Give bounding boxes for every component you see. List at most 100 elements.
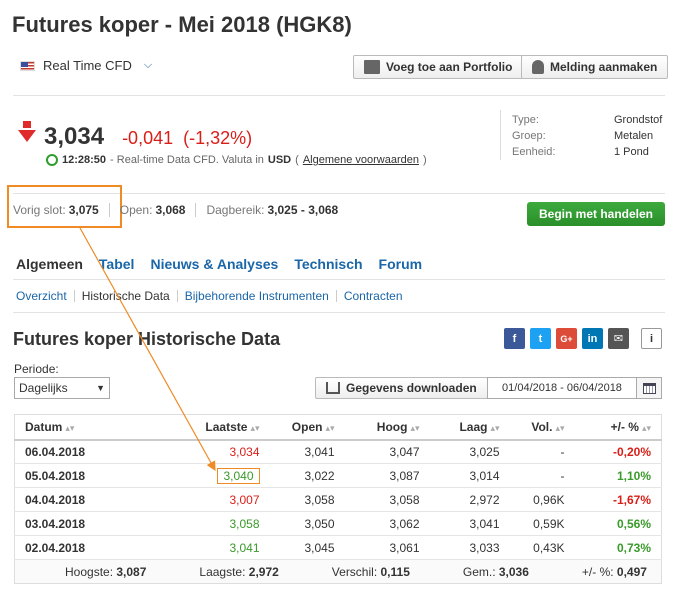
- subtab-related[interactable]: Bijbehorende Instrumenten: [185, 289, 329, 303]
- down-arrow-icon: [18, 130, 36, 142]
- divider: [195, 203, 197, 217]
- create-alert-button[interactable]: Melding aanmaken: [521, 55, 669, 79]
- calendar-icon: [642, 382, 656, 394]
- period-value: Dagelijks: [19, 381, 68, 395]
- calendar-button[interactable]: [637, 377, 662, 399]
- period-select[interactable]: Dagelijks ▼: [14, 377, 110, 399]
- type-value: Grondstof: [614, 114, 663, 126]
- terms-link[interactable]: Algemene voorwaarden: [303, 154, 419, 166]
- divider: [176, 290, 178, 302]
- twitter-icon[interactable]: t: [530, 328, 551, 349]
- table-row: 03.04.2018 3,058 3,050 3,062 3,041 0,59K…: [14, 511, 662, 536]
- bell-icon: [532, 60, 544, 74]
- clock-icon: [46, 154, 58, 166]
- cell-last: 3,034: [129, 439, 270, 464]
- cell-change-pct: -1,67%: [574, 487, 662, 512]
- add-portfolio-button[interactable]: Voeg toe aan Portfolio: [353, 55, 524, 79]
- col-open[interactable]: Open ▴▾: [269, 414, 345, 441]
- table-row: 06.04.2018 3,034 3,041 3,047 3,025 - -0,…: [14, 439, 662, 464]
- email-icon[interactable]: ✉: [608, 328, 629, 349]
- footer-low: Laagste: 2,972: [199, 564, 279, 579]
- us-flag-icon: [20, 60, 35, 71]
- tab-general[interactable]: Algemeen: [16, 256, 83, 272]
- table-row: 05.04.2018 3,040 3,022 3,087 3,014 - 1,1…: [14, 463, 662, 488]
- cell-low: 3,041: [429, 511, 510, 536]
- cell-open: 3,050: [269, 511, 345, 536]
- highlighted-value: 3,040: [217, 467, 260, 484]
- property-labels: Type: Groep: Eenheid:: [512, 112, 555, 160]
- sub-tabs: Overzicht Historische Data Bijbehorende …: [16, 289, 403, 303]
- subtab-contracts[interactable]: Contracten: [344, 289, 403, 303]
- footer-avg: Gem.: 3,036: [462, 564, 529, 579]
- subtab-historical[interactable]: Historische Data: [82, 289, 170, 303]
- paren-close: ): [423, 154, 427, 166]
- col-high[interactable]: Hoog ▴▾: [344, 414, 430, 441]
- col-date[interactable]: Datum ▴▾: [14, 414, 130, 441]
- cell-open: 3,045: [269, 535, 345, 560]
- tab-news[interactable]: Nieuws & Analyses: [150, 256, 278, 272]
- cell-volume: 0,43K: [509, 535, 575, 560]
- add-portfolio-label: Voeg toe aan Portfolio: [386, 60, 513, 74]
- prev-close-value: 3,075: [68, 203, 99, 217]
- divider: [13, 312, 665, 313]
- footer-pct: +/- %: 0,497: [581, 564, 647, 579]
- facebook-icon[interactable]: f: [504, 328, 525, 349]
- range-value: 3,025 - 3,068: [267, 203, 339, 217]
- cell-volume: -: [509, 439, 575, 464]
- date-range-input[interactable]: 01/04/2018 - 06/04/2018: [487, 377, 637, 399]
- stats-row: Vorig slot: 3,075 Open: 3,068 Dagbereik:…: [13, 203, 338, 217]
- table-footer-row: Hoogste: 3,087 Laagste: 2,972 Verschil: …: [14, 559, 662, 584]
- subtab-overview[interactable]: Overzicht: [16, 289, 67, 303]
- cell-volume: 0,59K: [509, 511, 575, 536]
- cell-change-pct: -0,20%: [574, 439, 662, 464]
- cell-open: 3,022: [269, 463, 345, 488]
- divider: [73, 290, 75, 302]
- realtime-selector[interactable]: Real Time CFD ⌵: [20, 58, 152, 73]
- start-trading-button[interactable]: Begin met handelen: [527, 202, 665, 226]
- divider: [335, 290, 337, 302]
- historical-table: Datum ▴▾ Laatste ▴▾ Open ▴▾ Hoog ▴▾ Laag ▴▾ V…: [14, 414, 662, 584]
- cell-last: 3,058: [129, 511, 270, 536]
- portfolio-icon: [364, 60, 380, 74]
- price-change-pct: (-1,32%): [183, 128, 253, 148]
- tab-table[interactable]: Tabel: [99, 256, 135, 272]
- footer-summary: Hoogste: 3,087 Laagste: 2,972 Verschil: …: [15, 565, 661, 579]
- property-values: Grondstof Metalen 1 Pond: [614, 112, 662, 160]
- info-icon[interactable]: i: [641, 328, 662, 349]
- tab-technical[interactable]: Technisch: [294, 256, 362, 272]
- cell-last: 3,040: [129, 463, 270, 488]
- cell-high: 3,058: [344, 487, 430, 512]
- cell-date: 04.04.2018: [14, 487, 130, 512]
- table-row: 02.04.2018 3,041 3,045 3,061 3,033 0,43K…: [14, 535, 662, 560]
- open-value: 3,068: [155, 203, 186, 217]
- chevron-down-icon: ⌵: [143, 59, 153, 71]
- divider: [108, 203, 110, 217]
- footer-cell: Hoogste: 3,087 Laagste: 2,972 Verschil: …: [14, 559, 662, 584]
- group-label: Groep:: [512, 130, 546, 142]
- cell-last: 3,041: [129, 535, 270, 560]
- cell-change-pct: 0,73%: [574, 535, 662, 560]
- col-change-pct[interactable]: +/- % ▴▾: [574, 414, 662, 441]
- download-data-button[interactable]: Gegevens downloaden: [315, 377, 488, 399]
- cell-low: 3,033: [429, 535, 510, 560]
- cell-open: 3,041: [269, 439, 345, 464]
- table-row: 04.04.2018 3,007 3,058 3,058 2,972 0,96K…: [14, 487, 662, 512]
- linkedin-icon[interactable]: in: [582, 328, 603, 349]
- last-price: 3,034: [44, 123, 105, 150]
- col-volume[interactable]: Vol. ▴▾: [509, 414, 575, 441]
- divider: [500, 110, 501, 160]
- main-tabs: Algemeen Tabel Nieuws & Analyses Technis…: [16, 256, 438, 272]
- quote-time: 12:28:50: [62, 154, 107, 166]
- col-low[interactable]: Laag ▴▾: [429, 414, 510, 441]
- divider: [13, 95, 665, 96]
- cell-date: 06.04.2018: [14, 439, 130, 464]
- google-plus-icon[interactable]: G+: [556, 328, 577, 349]
- cell-open: 3,058: [269, 487, 345, 512]
- col-last[interactable]: Laatste ▴▾: [129, 414, 270, 441]
- cell-high: 3,061: [344, 535, 430, 560]
- cell-high: 3,062: [344, 511, 430, 536]
- unit-value: 1 Pond: [614, 146, 649, 158]
- cell-high: 3,087: [344, 463, 430, 488]
- tab-forum[interactable]: Forum: [379, 256, 423, 272]
- prev-close-label: Vorig slot:: [13, 203, 66, 217]
